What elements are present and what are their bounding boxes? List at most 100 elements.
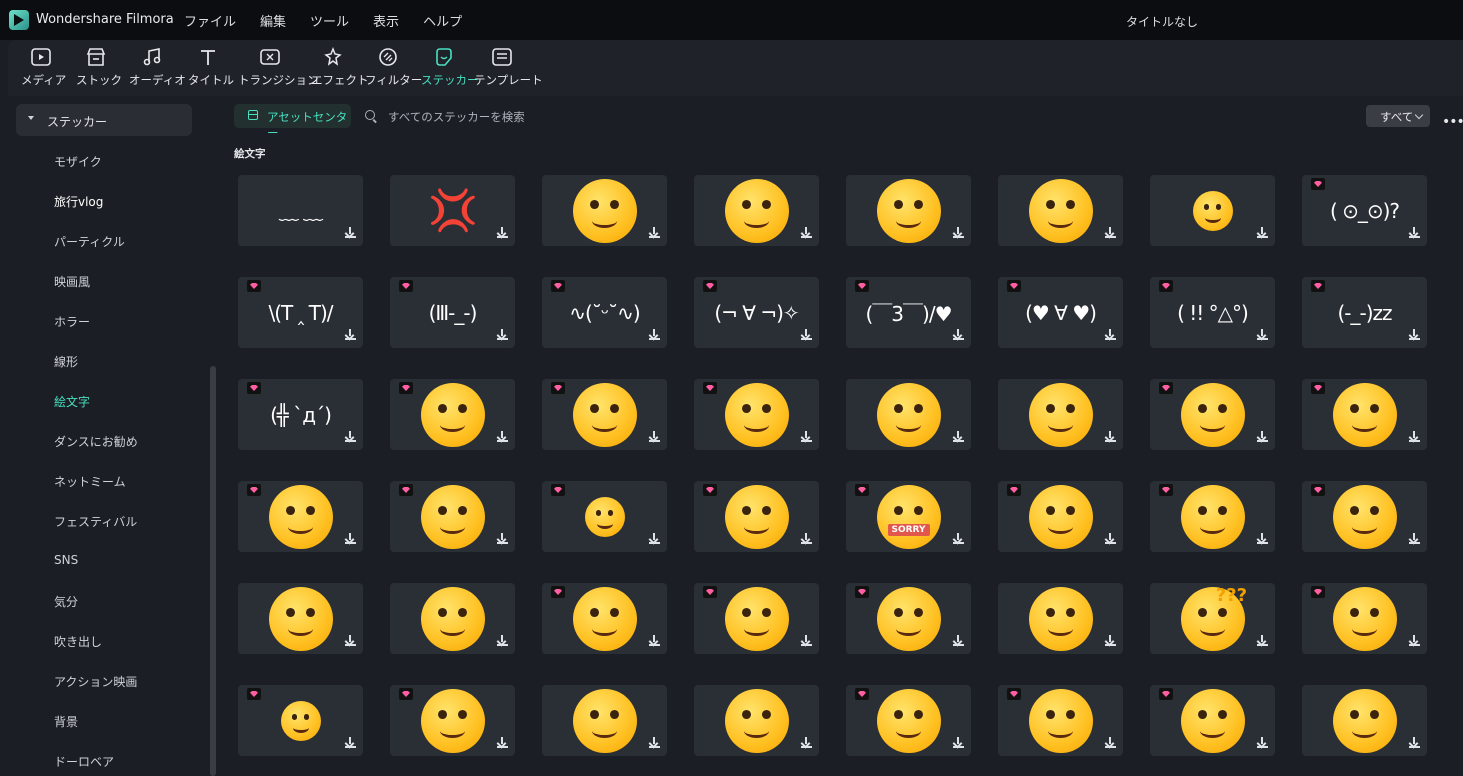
sticker-tile[interactable]: ( ⊙_⊙)?: [1302, 175, 1427, 246]
download-icon[interactable]: [497, 635, 508, 646]
sticker-tile[interactable]: \(T ‸ T)/: [238, 277, 363, 348]
tab-transition[interactable]: トランジション: [238, 46, 319, 88]
download-icon[interactable]: [801, 227, 812, 238]
sticker-tile[interactable]: (¬ ∀ ¬)✧: [694, 277, 819, 348]
sidebar-item-mood[interactable]: 気分: [54, 593, 78, 610]
filter-dropdown[interactable]: すべて: [1366, 105, 1430, 127]
download-icon[interactable]: [1105, 431, 1116, 442]
download-icon[interactable]: [953, 533, 964, 544]
sticker-tile[interactable]: ﹏ ﹏: [238, 175, 363, 246]
sticker-tile[interactable]: 💢: [390, 175, 515, 246]
download-icon[interactable]: [497, 533, 508, 544]
download-icon[interactable]: [1409, 431, 1420, 442]
sticker-tile[interactable]: [390, 583, 515, 654]
tab-audio[interactable]: オーディオ: [129, 46, 186, 88]
download-icon[interactable]: [1409, 533, 1420, 544]
download-icon[interactable]: [1409, 635, 1420, 646]
sticker-tile[interactable]: [390, 379, 515, 450]
sticker-tile[interactable]: [998, 583, 1123, 654]
download-icon[interactable]: [1257, 635, 1268, 646]
sticker-tile[interactable]: [846, 379, 971, 450]
sticker-tile[interactable]: ∿(˘ᵕ˘∿): [542, 277, 667, 348]
download-icon[interactable]: [801, 431, 812, 442]
download-icon[interactable]: [1409, 737, 1420, 748]
download-icon[interactable]: [801, 533, 812, 544]
tab-media[interactable]: メディア: [21, 46, 66, 88]
sidebar-item-linear[interactable]: 線形: [54, 353, 78, 370]
sticker-tile[interactable]: [694, 379, 819, 450]
sidebar-item-particle[interactable]: パーティクル: [54, 233, 125, 250]
menu-tools[interactable]: ツール: [298, 11, 361, 30]
sticker-tile[interactable]: [846, 175, 971, 246]
sticker-tile[interactable]: ( !! °△°): [1150, 277, 1275, 348]
sidebar-item-festival[interactable]: フェスティバル: [54, 513, 137, 530]
download-icon[interactable]: [1257, 329, 1268, 340]
sidebar-scrollbar[interactable]: [210, 366, 216, 776]
download-icon[interactable]: [497, 431, 508, 442]
sticker-tile[interactable]: ???: [1150, 583, 1275, 654]
sticker-tile[interactable]: [1150, 175, 1275, 246]
download-icon[interactable]: [953, 227, 964, 238]
download-icon[interactable]: [953, 737, 964, 748]
sticker-tile[interactable]: [1302, 481, 1427, 552]
download-icon[interactable]: [1257, 737, 1268, 748]
more-options-icon[interactable]: •••: [1442, 114, 1463, 130]
download-icon[interactable]: [1105, 533, 1116, 544]
tab-title[interactable]: タイトル: [188, 46, 234, 88]
menu-file[interactable]: ファイル: [172, 11, 248, 30]
download-icon[interactable]: [345, 329, 356, 340]
download-icon[interactable]: [345, 635, 356, 646]
download-icon[interactable]: [1409, 329, 1420, 340]
download-icon[interactable]: [1105, 227, 1116, 238]
sidebar-item-dance[interactable]: ダンスにお勧め: [54, 433, 138, 450]
download-icon[interactable]: [497, 329, 508, 340]
download-icon[interactable]: [1409, 227, 1420, 238]
tab-effect[interactable]: エフェクト: [311, 46, 369, 88]
sticker-tile[interactable]: SORRY: [846, 481, 971, 552]
sticker-tile[interactable]: [998, 685, 1123, 756]
sticker-tile[interactable]: (♥ ∀ ♥): [998, 277, 1123, 348]
sticker-tile[interactable]: [238, 481, 363, 552]
sticker-search-input[interactable]: [388, 108, 688, 126]
download-icon[interactable]: [649, 737, 660, 748]
sticker-tile[interactable]: [542, 685, 667, 756]
download-icon[interactable]: [953, 635, 964, 646]
sidebar-item-background[interactable]: 背景: [54, 713, 78, 730]
sticker-tile[interactable]: [542, 175, 667, 246]
tab-sticker[interactable]: ステッカー: [421, 46, 479, 88]
download-icon[interactable]: [1257, 227, 1268, 238]
sticker-tile[interactable]: [542, 481, 667, 552]
sticker-tile[interactable]: [694, 481, 819, 552]
sticker-tile[interactable]: [542, 583, 667, 654]
download-icon[interactable]: [497, 737, 508, 748]
sticker-tile[interactable]: [694, 583, 819, 654]
sticker-tile[interactable]: [1150, 379, 1275, 450]
sticker-tile[interactable]: [1302, 379, 1427, 450]
tab-template[interactable]: テンプレート: [474, 46, 543, 88]
download-icon[interactable]: [497, 227, 508, 238]
download-icon[interactable]: [649, 329, 660, 340]
download-icon[interactable]: [801, 329, 812, 340]
sticker-tile[interactable]: [694, 175, 819, 246]
download-icon[interactable]: [1257, 533, 1268, 544]
download-icon[interactable]: [1105, 329, 1116, 340]
sticker-tile[interactable]: (╬ `д´): [238, 379, 363, 450]
download-icon[interactable]: [345, 533, 356, 544]
sticker-tile[interactable]: [390, 481, 515, 552]
sticker-tile[interactable]: [238, 685, 363, 756]
download-icon[interactable]: [1257, 431, 1268, 442]
sidebar-item-emoji[interactable]: 絵文字: [54, 393, 90, 410]
menu-view[interactable]: 表示: [361, 11, 411, 30]
sticker-tile[interactable]: [238, 583, 363, 654]
sticker-tile[interactable]: (Ⅲ-_-): [390, 277, 515, 348]
download-icon[interactable]: [649, 227, 660, 238]
sidebar-item-horror[interactable]: ホラー: [54, 313, 90, 330]
sticker-tile[interactable]: [998, 379, 1123, 450]
sidebar-item-sns[interactable]: SNS: [54, 553, 78, 567]
sticker-tile[interactable]: [694, 685, 819, 756]
sticker-tile[interactable]: [1302, 583, 1427, 654]
sticker-tile[interactable]: [390, 685, 515, 756]
sidebar-header-sticker[interactable]: ステッカー: [16, 104, 192, 136]
menu-help[interactable]: ヘルプ: [411, 11, 474, 30]
asset-center-button[interactable]: アセットセンター: [234, 104, 351, 140]
